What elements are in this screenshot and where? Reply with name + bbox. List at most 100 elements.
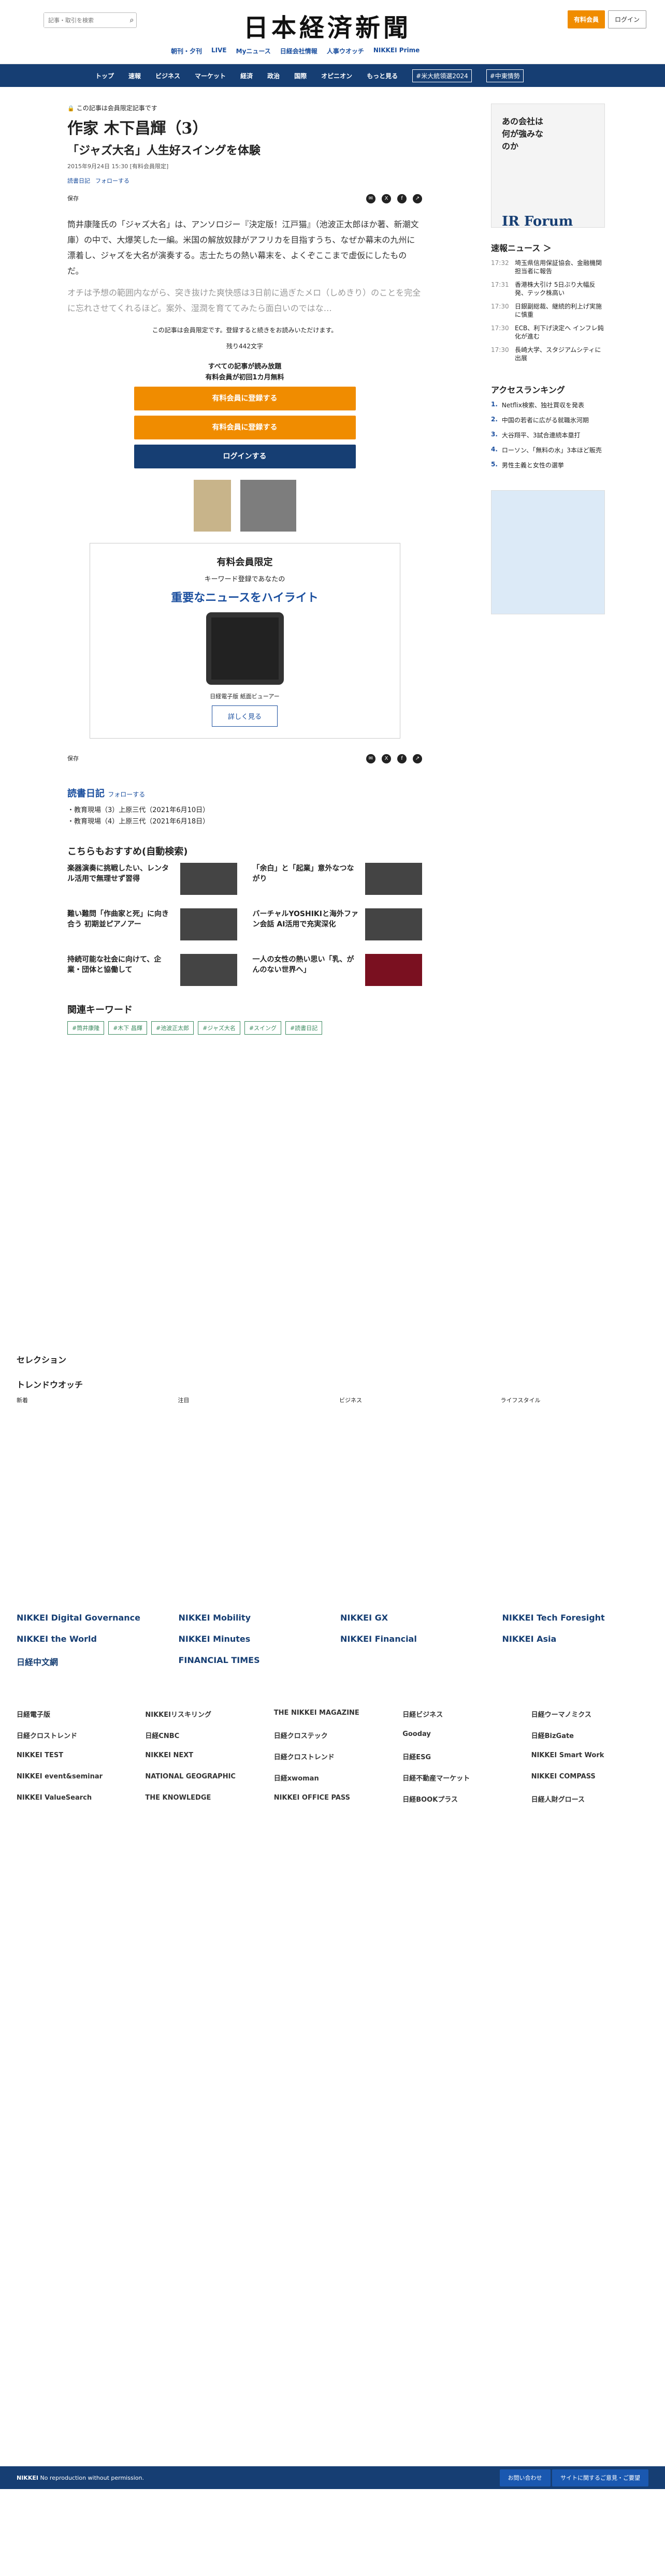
brand-link[interactable]: NIKKEI GX (340, 1613, 487, 1623)
site-link[interactable]: 日経ビジネス (402, 1709, 519, 1719)
site-logo[interactable]: 日本経済新聞 (243, 7, 411, 43)
recommend-card[interactable]: 難い難問「作曲家と死」に向き合う 初期並ピアノアー (67, 908, 237, 940)
site-link[interactable]: NIKKEI OFFICE PASS (274, 1794, 391, 1804)
share-icon[interactable]: ↗ (413, 754, 422, 763)
news-item[interactable]: 17:30 長崎大学、スタジアムシティに出展 (491, 346, 605, 362)
recommend-card[interactable]: バーチャルYOSHIKIと海外ファン会話 AI活用で充実深化 (253, 908, 422, 940)
brand-link[interactable]: NIKKEI Tech Foresight (502, 1613, 649, 1623)
list-item[interactable]: ・教育現場（3）上原三代（2021年6月10日） (67, 805, 422, 816)
site-link[interactable]: 日経不動産マーケット (402, 1773, 519, 1783)
feedback-button[interactable]: サイトに関するご意見・ご要望 (552, 2469, 648, 2486)
contact-button[interactable]: お問い合わせ (499, 2469, 551, 2486)
rank-item[interactable]: 1. Netflix検索、独社買収を発表 (491, 401, 605, 409)
rank-item[interactable]: 5. 男性主義と女性の選挙 (491, 461, 605, 469)
nav-politics[interactable]: 政治 (267, 71, 280, 80)
ad-banner[interactable]: あの会社は何が強みなのか IR Forum (491, 104, 605, 229)
recommend-card[interactable]: 「余白」と「起業」意外なつながり (253, 863, 422, 895)
site-link[interactable]: THE KNOWLEDGE (145, 1794, 262, 1804)
follow-button[interactable]: フォローする (108, 791, 145, 798)
site-link[interactable]: NIKKEIリスキリング (145, 1709, 262, 1719)
nav-tag[interactable]: #中東情勢 (486, 69, 524, 82)
trend-col[interactable]: 新着 (17, 1395, 165, 1406)
brand-link[interactable]: 日経中文網 (17, 1655, 163, 1668)
site-link[interactable]: NIKKEI ValueSearch (17, 1794, 134, 1804)
site-link[interactable]: NIKKEI NEXT (145, 1751, 262, 1761)
rank-item[interactable]: 4. ローソン、「無料の水」3本ほど販売 (491, 446, 605, 454)
site-link[interactable]: NIKKEI TEST (17, 1751, 134, 1761)
trend-col[interactable]: ライフスタイル (501, 1395, 649, 1406)
site-link[interactable]: NIKKEI Smart Work (531, 1751, 648, 1761)
site-link[interactable]: 日経クロストレンド (274, 1751, 391, 1761)
subnav-item[interactable]: 朝刊・夕刊 (171, 47, 202, 55)
site-link[interactable]: 日経CNBC (145, 1730, 262, 1740)
brand-link[interactable]: NIKKEI Asia (502, 1634, 649, 1644)
promo-more-button[interactable]: 詳しく見る (211, 705, 278, 727)
keyword-tag[interactable]: #木下 昌輝 (108, 1021, 147, 1035)
site-link[interactable]: 日経電子版 (17, 1709, 134, 1719)
save-button[interactable]: 保存 (67, 194, 79, 203)
site-link[interactable]: NATIONAL GEOGRAPHIC (145, 1773, 262, 1783)
share-icon[interactable]: ↗ (413, 194, 422, 203)
x-icon[interactable]: X (382, 754, 391, 763)
trend-col[interactable]: ビジネス (339, 1395, 487, 1406)
mail-icon[interactable]: ✉ (366, 194, 375, 203)
nav-top[interactable]: トップ (95, 71, 114, 80)
save-button[interactable]: 保存 (67, 754, 79, 763)
login-button-2[interactable]: ログインする (134, 445, 356, 468)
facebook-icon[interactable]: f (397, 754, 407, 763)
brand-link[interactable]: FINANCIAL TIMES (179, 1655, 325, 1668)
subnav-item[interactable]: NIKKEI Prime (373, 47, 420, 55)
site-link[interactable]: 日経BizGate (531, 1730, 648, 1740)
news-item[interactable]: 17:30 日銀副総裁、継続的利上げ実施に慎重 (491, 302, 605, 319)
keyword-tag[interactable]: #スイング (244, 1021, 282, 1035)
news-title[interactable]: 速報ニュース ＞ (491, 241, 605, 254)
site-link[interactable]: 日経ESG (402, 1751, 519, 1761)
list-item[interactable]: ・教育現場（4）上原三代（2021年6月18日） (67, 816, 422, 828)
site-link[interactable]: Gooday (402, 1730, 519, 1740)
keyword-tag[interactable]: #筒井康隆 (67, 1021, 105, 1035)
site-link[interactable]: 日経xwoman (274, 1773, 391, 1783)
site-link[interactable]: 日経クロストレンド (17, 1730, 134, 1740)
site-link[interactable]: NIKKEI event&seminar (17, 1773, 134, 1783)
site-link[interactable]: 日経クロステック (274, 1730, 391, 1740)
search-box[interactable]: ⌕ (44, 12, 137, 28)
nav-more[interactable]: もっと見る (367, 71, 398, 80)
nav-news[interactable]: 速報 (128, 71, 141, 80)
brand-link[interactable]: NIKKEI the World (17, 1634, 163, 1644)
site-link[interactable]: 日経ウーマノミクス (531, 1709, 648, 1719)
x-icon[interactable]: X (382, 194, 391, 203)
site-link[interactable]: NIKKEI COMPASS (531, 1773, 648, 1783)
recommend-card[interactable]: 持続可能な社会に向けて、企業・団体と協働して (67, 954, 237, 986)
recommend-card[interactable]: 楽器演奏に挑戦したい、レンタル活用で無理せず習得 (67, 863, 237, 895)
site-link[interactable]: 日経人財グロース (531, 1794, 648, 1804)
nav-tag[interactable]: #米大統領選2024 (412, 69, 472, 82)
recommend-card[interactable]: 一人の女性の熱い思い「乳、がんのない世界へ」 (253, 954, 422, 986)
subnav-item[interactable]: 日経会社情報 (280, 47, 317, 55)
subnav-item[interactable]: Myニュース (236, 47, 271, 55)
keyword-tag[interactable]: #ジャズ大名 (198, 1021, 240, 1035)
subnav-item[interactable]: LIVE (211, 47, 227, 55)
site-link[interactable]: 日経BOOKプラス (402, 1794, 519, 1804)
keyword-tag[interactable]: #池波正太郎 (151, 1021, 194, 1035)
series-link[interactable]: 読書日記 (67, 178, 90, 184)
follow-button[interactable]: フォローする (95, 178, 129, 184)
related-series[interactable]: 読書日記 (67, 788, 105, 799)
login-button[interactable]: ログイン (608, 10, 646, 28)
brand-link[interactable]: NIKKEI Minutes (179, 1634, 325, 1644)
ad-banner-2[interactable] (491, 490, 605, 614)
nav-economy[interactable]: 経済 (240, 71, 253, 80)
register-button-2[interactable]: 有料会員に登録する (134, 416, 356, 439)
trend-col[interactable]: 注目 (178, 1395, 326, 1406)
keyword-tag[interactable]: #読書日記 (285, 1021, 323, 1035)
news-item[interactable]: 17:32 埼玉県信用保証協会、金融機関担当者に報告 (491, 259, 605, 275)
site-link[interactable]: THE NIKKEI MAGAZINE (274, 1709, 391, 1719)
nav-market[interactable]: マーケット (195, 71, 226, 80)
nav-world[interactable]: 国際 (294, 71, 307, 80)
brand-link[interactable]: NIKKEI Digital Governance (17, 1613, 163, 1623)
mail-icon[interactable]: ✉ (366, 754, 375, 763)
nav-opinion[interactable]: オピニオン (321, 71, 352, 80)
rank-item[interactable]: 3. 大谷翔平、3試合連続本塁打 (491, 431, 605, 439)
subnav-item[interactable]: 人事ウオッチ (327, 47, 364, 55)
brand-link[interactable]: NIKKEI Financial (340, 1634, 487, 1644)
register-button[interactable]: 有料会員に登録する (134, 387, 356, 410)
